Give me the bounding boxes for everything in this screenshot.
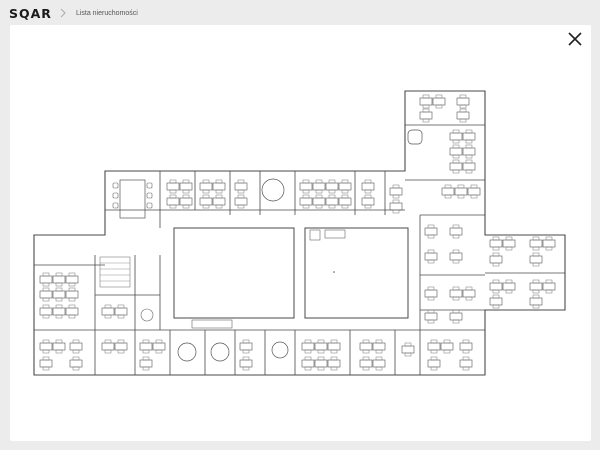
desk-cluster-top-left [112,179,153,219]
top-bar: SQAR Lista nieruchomości [0,0,600,26]
breadcrumb-property-list[interactable]: Lista nieruchomości [76,10,138,17]
chevron-right-icon [59,6,73,20]
app-logo[interactable]: SQAR [9,6,52,21]
floor-plan[interactable] [10,25,591,441]
floor-plan-panel [10,25,591,441]
